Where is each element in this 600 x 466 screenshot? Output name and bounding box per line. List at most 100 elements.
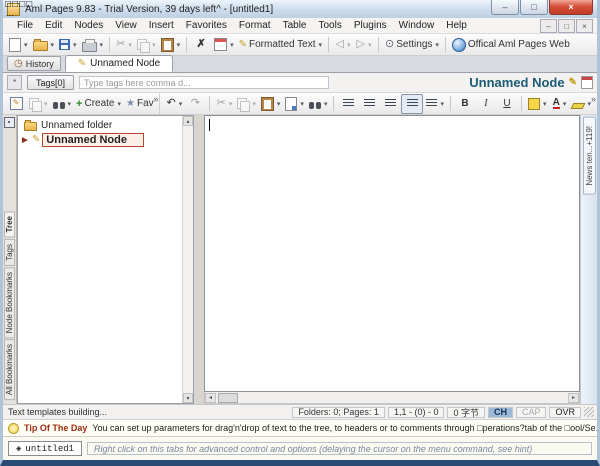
tab-unnamed-node[interactable]: ✎Unnamed Node	[65, 55, 173, 72]
paste-special-dropdown-icon[interactable]: ▾	[300, 100, 304, 108]
expand-dropdown-icon[interactable]: ▾	[44, 100, 48, 108]
font-color-dropdown-icon[interactable]: ▾	[563, 100, 567, 108]
forward-dropdown-icon[interactable]: ▾	[368, 41, 372, 49]
tree-search-button[interactable]: ▾	[51, 95, 74, 113]
underline-button[interactable]: U	[497, 95, 517, 113]
fill-color-dropdown-icon[interactable]: ▾	[543, 100, 547, 108]
undo-dropdown-icon[interactable]: ▾	[179, 100, 183, 108]
new-dropdown-icon[interactable]: ▾	[24, 41, 28, 49]
align-right-button[interactable]	[380, 95, 400, 113]
undo-button[interactable]: ↶▾	[164, 95, 184, 113]
mdi-minimize-button[interactable]: –	[540, 19, 557, 33]
cut-dropdown-icon[interactable]: ▾	[128, 41, 132, 49]
save-button[interactable]: ▾	[57, 36, 79, 54]
menu-tools[interactable]: Tools	[312, 20, 347, 31]
align-center-button[interactable]	[359, 95, 379, 113]
paste-special-button[interactable]: ▾	[283, 95, 306, 113]
favorites-button[interactable]: ★Fav	[124, 95, 156, 113]
clipboard-icon[interactable]	[581, 76, 593, 89]
back-dropdown-icon[interactable]: ▾	[347, 41, 351, 49]
editor-copy-button[interactable]: ▾	[235, 95, 258, 113]
paste-dropdown-icon[interactable]: ▾	[177, 41, 181, 49]
print-button[interactable]: ▾	[80, 36, 106, 54]
status-caps-indicator[interactable]: CAP	[516, 407, 547, 418]
copy-dropdown-icon[interactable]: ▾	[152, 41, 156, 49]
menu-help[interactable]: Help	[440, 20, 473, 31]
find-dropdown-icon[interactable]: ▾	[324, 100, 328, 108]
tags-collapse-button[interactable]: *	[7, 75, 22, 90]
insert-date-button[interactable]: ▾	[212, 36, 236, 54]
create-button[interactable]: +Create▾	[74, 95, 123, 113]
highlight-button[interactable]: ▾	[570, 95, 593, 113]
formatted-text-dropdown-icon[interactable]: ▾	[319, 41, 323, 49]
cut-button[interactable]: ✂▾	[114, 36, 134, 54]
open-button[interactable]: ▾	[31, 36, 57, 54]
panel-tab-all-bookmarks[interactable]: All Bookmarks	[4, 339, 15, 400]
align-left-button[interactable]	[338, 95, 358, 113]
editor-scroll-right-button[interactable]: ▸	[568, 393, 579, 403]
formatted-text-selector[interactable]: ✎Formatted Text▾	[237, 36, 324, 54]
menu-window[interactable]: Window	[393, 20, 441, 31]
new-button[interactable]: ▾	[7, 36, 30, 54]
settings-dropdown-icon[interactable]: ▾	[435, 41, 439, 49]
menu-plugins[interactable]: Plugins	[348, 20, 393, 31]
menu-view[interactable]: View	[109, 20, 143, 31]
menu-favorites[interactable]: Favorites	[180, 20, 233, 31]
rename-node-icon[interactable]: ✎	[569, 78, 577, 88]
menu-insert[interactable]: Insert	[143, 20, 180, 31]
fill-color-button[interactable]: ▾	[526, 95, 549, 113]
editor-paste-button[interactable]: ▾	[259, 95, 283, 113]
maximize-button[interactable]: □	[520, 0, 548, 15]
paste-button[interactable]: ▾	[159, 36, 183, 54]
history-button[interactable]: ◷History	[7, 56, 61, 71]
create-dropdown-icon[interactable]: ▾	[117, 100, 121, 108]
editor-scrollbar-thumb[interactable]	[218, 393, 238, 403]
format-toolbar-overflow-icon[interactable]: »	[591, 94, 596, 104]
edit-note-button[interactable]: ✎	[6, 95, 26, 113]
menu-file[interactable]: File	[11, 20, 39, 31]
panel-tab-node-bookmarks[interactable]: Node Bookmarks	[4, 267, 15, 338]
font-color-button[interactable]: A▾	[549, 95, 569, 113]
delete-button[interactable]: ✗	[191, 36, 211, 54]
menu-table[interactable]: Table	[277, 20, 313, 31]
tags-button[interactable]: Tags[0]	[27, 75, 74, 90]
editor-copy-dropdown-icon[interactable]: ▾	[252, 100, 256, 108]
tags-input[interactable]	[79, 76, 329, 89]
bold-button[interactable]: B	[455, 95, 475, 113]
text-editor[interactable]	[204, 115, 580, 392]
editor-scroll-left-button[interactable]: ◂	[205, 393, 216, 403]
editor-cut-button[interactable]: ✂▾	[214, 95, 234, 113]
copy-button[interactable]: ▾	[135, 36, 158, 54]
tree-item-selected-node[interactable]: ► ✎ Unnamed Node	[18, 132, 182, 148]
search-dropdown-icon[interactable]: ▾	[68, 100, 72, 108]
menu-nodes[interactable]: Nodes	[68, 20, 109, 31]
panel-tab-news[interactable]: News ten...+119!	[583, 117, 596, 195]
editor-horizontal-scrollbar[interactable]: ◂ ▸	[204, 392, 580, 404]
back-button[interactable]: ◁▾	[333, 36, 353, 54]
tree-toolbar-overflow-icon[interactable]: »	[153, 94, 158, 104]
close-button[interactable]: ×	[549, 0, 593, 15]
panel-splitter[interactable]	[194, 115, 204, 404]
official-web-button[interactable]: Offical Aml Pages Web	[450, 36, 572, 54]
panel-tab-tree[interactable]: Tree	[4, 211, 15, 237]
line-spacing-dropdown-icon[interactable]: ▾	[440, 100, 444, 108]
tree-scroll-down-button[interactable]: ▾	[183, 393, 193, 403]
tree-scrollbar[interactable]: ▴ ▾	[182, 116, 193, 403]
status-overwrite-indicator[interactable]: OVR	[549, 407, 581, 418]
pin-icon[interactable]	[4, 117, 15, 128]
minimize-button[interactable]: –	[491, 0, 519, 15]
save-dropdown-icon[interactable]: ▾	[73, 41, 77, 49]
tree-scroll-up-button[interactable]: ▴	[183, 116, 193, 126]
editor-cut-dropdown-icon[interactable]: ▾	[229, 100, 233, 108]
mdi-restore-button[interactable]: □	[558, 19, 575, 33]
tree-item-folder[interactable]: Unnamed folder	[18, 118, 182, 132]
print-dropdown-icon[interactable]: ▾	[100, 41, 104, 49]
status-input-mode[interactable]: CH	[488, 407, 513, 418]
menu-format[interactable]: Format	[233, 20, 277, 31]
settings-button[interactable]: ⊙Settings▾	[383, 36, 441, 54]
justify-button[interactable]	[401, 94, 423, 114]
panel-tab-tags[interactable]: Tags	[4, 239, 15, 266]
italic-button[interactable]: I	[476, 95, 496, 113]
open-dropdown-icon[interactable]: ▾	[51, 41, 55, 49]
document-tab-untitled1[interactable]: ◈ untitled1	[8, 441, 82, 456]
